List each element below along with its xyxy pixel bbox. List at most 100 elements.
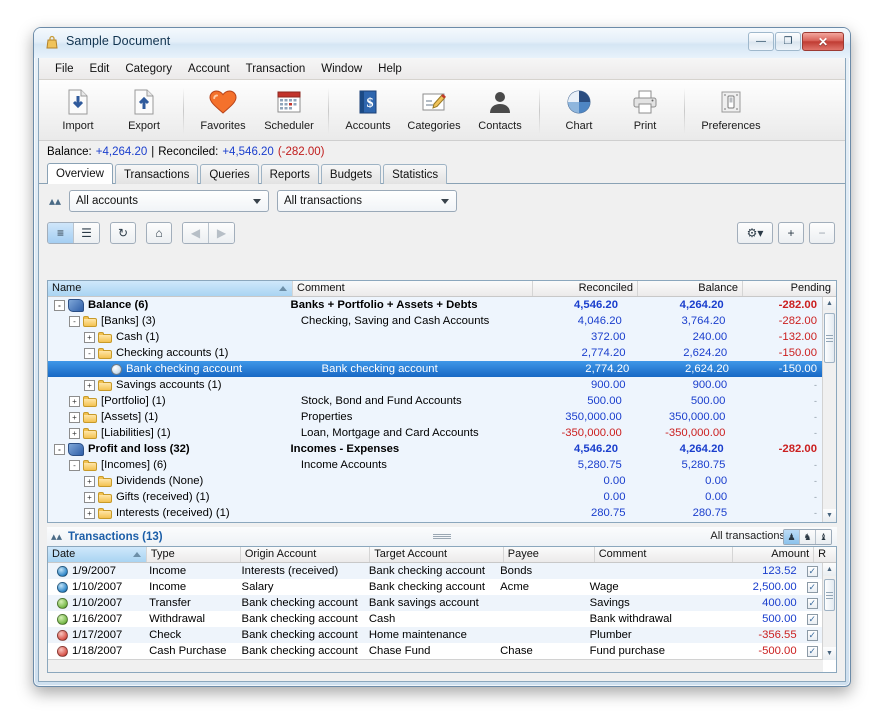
all-transactions-icon[interactable]: ♟ bbox=[784, 530, 799, 544]
table-row[interactable]: 1/17/2007CheckBank checking accountHome … bbox=[48, 627, 823, 643]
table-row[interactable]: -Checking accounts (1)2,774.202,624.20-1… bbox=[48, 345, 823, 361]
pending-transactions-icon[interactable]: ♞ bbox=[799, 530, 815, 544]
menu-transaction[interactable]: Transaction bbox=[238, 61, 314, 77]
menu-edit[interactable]: Edit bbox=[82, 61, 118, 77]
table-row[interactable]: +[Liabilities] (1)Loan, Mortgage and Car… bbox=[48, 425, 823, 441]
table-row[interactable]: Bank checking accountBank checking accou… bbox=[48, 361, 823, 377]
tab-statistics[interactable]: Statistics bbox=[383, 164, 447, 184]
reconciled-checkbox[interactable]: ✓ bbox=[807, 646, 818, 657]
expand-node-icon[interactable]: + bbox=[69, 428, 80, 439]
collapse-node-icon[interactable]: - bbox=[54, 444, 65, 455]
chevron-up-icon[interactable]: ▴▴ bbox=[47, 193, 63, 209]
tx-col-payee[interactable]: Payee bbox=[504, 547, 595, 562]
tab-transactions[interactable]: Transactions bbox=[115, 164, 198, 184]
toolbar-favorites-button[interactable]: Favorites bbox=[190, 84, 256, 132]
toolbar-import-button[interactable]: Import bbox=[45, 84, 111, 132]
scrollbar-thumb[interactable] bbox=[824, 579, 835, 611]
reconciled-checkbox[interactable]: ✓ bbox=[807, 614, 818, 625]
expand-node-icon[interactable]: + bbox=[69, 412, 80, 423]
expand-node-icon[interactable]: + bbox=[84, 492, 95, 503]
expand-node-icon[interactable]: + bbox=[84, 476, 95, 487]
toolbar-accounts-button[interactable]: $ Accounts bbox=[335, 84, 401, 132]
menu-account[interactable]: Account bbox=[180, 61, 238, 77]
collapse-node-icon[interactable]: - bbox=[84, 348, 95, 359]
menu-category[interactable]: Category bbox=[117, 61, 180, 77]
scroll-up-icon[interactable]: ▲ bbox=[823, 297, 836, 310]
scrollbar-thumb[interactable] bbox=[824, 313, 835, 363]
reconciled-checkbox[interactable]: ✓ bbox=[807, 582, 818, 593]
toolbar-scheduler-button[interactable]: Scheduler bbox=[256, 84, 322, 132]
table-row[interactable]: +Gifts (received) (1)0.000.00- bbox=[48, 489, 823, 505]
toolbar-categories-button[interactable]: Categories bbox=[401, 84, 467, 132]
collapse-node-icon[interactable]: - bbox=[69, 460, 80, 471]
account-filter-select[interactable]: All accounts bbox=[69, 190, 269, 212]
menu-window[interactable]: Window bbox=[313, 61, 370, 77]
reconciled-checkbox[interactable]: ✓ bbox=[807, 630, 818, 641]
expand-node-icon[interactable]: + bbox=[84, 508, 95, 519]
reconciled-checkbox[interactable]: ✓ bbox=[807, 566, 818, 577]
tree-vertical-scrollbar[interactable]: ▲ ▼ bbox=[822, 297, 836, 522]
table-row[interactable]: 1/10/2007TransferBank checking accountBa… bbox=[48, 595, 823, 611]
tx-col-date[interactable]: Date bbox=[48, 547, 147, 562]
toolbar-print-button[interactable]: Print bbox=[612, 84, 678, 132]
tab-queries[interactable]: Queries bbox=[200, 164, 258, 184]
toolbar-preferences-button[interactable]: Preferences bbox=[691, 84, 771, 132]
transactions-horizontal-scrollbar[interactable] bbox=[48, 659, 823, 672]
tx-col-reconciled[interactable]: R bbox=[814, 547, 836, 562]
tab-reports[interactable]: Reports bbox=[261, 164, 319, 184]
expand-node-icon[interactable]: + bbox=[84, 380, 95, 391]
table-row[interactable]: 1/9/2007IncomeInterests (received)Bank c… bbox=[48, 563, 823, 579]
accounts-tree[interactable]: Name Comment Reconciled Balance Pending … bbox=[47, 280, 837, 523]
transactions-table[interactable]: Date Type Origin Account Target Account … bbox=[47, 546, 837, 673]
plus-icon[interactable]: + bbox=[778, 222, 804, 244]
reconciled-checkbox[interactable]: ✓ bbox=[807, 598, 818, 609]
tree-col-name[interactable]: Name bbox=[48, 281, 293, 296]
table-row[interactable]: +[Portfolio] (1)Stock, Bond and Fund Acc… bbox=[48, 393, 823, 409]
chevron-up-icon[interactable]: ▴▴ bbox=[51, 530, 62, 543]
tab-budgets[interactable]: Budgets bbox=[321, 164, 381, 184]
tree-col-reconciled[interactable]: Reconciled bbox=[533, 281, 638, 296]
table-row[interactable]: +[Assets] (1)Properties350,000.00350,000… bbox=[48, 409, 823, 425]
gear-icon[interactable]: ⚙▾ bbox=[737, 222, 773, 244]
tab-overview[interactable]: Overview bbox=[47, 163, 113, 184]
toolbar-chart-button[interactable]: Chart bbox=[546, 84, 612, 132]
tree-col-comment[interactable]: Comment bbox=[293, 281, 533, 296]
table-row[interactable]: +Savings accounts (1)900.00900.00- bbox=[48, 377, 823, 393]
menu-help[interactable]: Help bbox=[370, 61, 410, 77]
tx-col-amount[interactable]: Amount bbox=[733, 547, 814, 562]
title-bar[interactable]: Sample Document — ❐ ✕ bbox=[34, 28, 850, 58]
refresh-icon[interactable]: ↻ bbox=[110, 222, 136, 244]
home-icon[interactable]: ⌂ bbox=[146, 222, 172, 244]
collapse-node-icon[interactable]: - bbox=[69, 316, 80, 327]
expand-node-icon[interactable]: + bbox=[84, 332, 95, 343]
list-flat-icon[interactable]: ☰ bbox=[73, 223, 99, 243]
toolbar-export-button[interactable]: Export bbox=[111, 84, 177, 132]
arrow-left-icon[interactable]: ◀ bbox=[183, 223, 208, 243]
scroll-down-icon[interactable]: ▼ bbox=[823, 509, 836, 522]
tree-col-pending[interactable]: Pending bbox=[743, 281, 835, 296]
scroll-down-icon[interactable]: ▼ bbox=[823, 647, 836, 660]
table-row[interactable]: 1/18/2007Cash PurchaseBank checking acco… bbox=[48, 643, 823, 659]
reconciled-transactions-icon[interactable]: ♝ bbox=[815, 530, 831, 544]
close-button[interactable]: ✕ bbox=[802, 32, 844, 51]
tree-col-balance[interactable]: Balance bbox=[638, 281, 743, 296]
maximize-button[interactable]: ❐ bbox=[775, 32, 801, 51]
tx-col-origin[interactable]: Origin Account bbox=[241, 547, 370, 562]
transactions-vertical-scrollbar[interactable]: ▲ ▼ bbox=[822, 563, 836, 660]
table-row[interactable]: +Interests (received) (1)280.75280.75- bbox=[48, 505, 823, 521]
table-row[interactable]: -Profit and loss (32)Incomes - Expenses4… bbox=[48, 441, 823, 457]
table-row[interactable]: +Dividends (None)0.000.00- bbox=[48, 473, 823, 489]
minus-icon[interactable]: − bbox=[809, 222, 835, 244]
collapse-node-icon[interactable]: - bbox=[54, 300, 65, 311]
menu-file[interactable]: File bbox=[47, 61, 82, 77]
table-row[interactable]: -[Banks] (3)Checking, Saving and Cash Ac… bbox=[48, 313, 823, 329]
table-row[interactable]: 1/10/2007IncomeSalaryBank checking accou… bbox=[48, 579, 823, 595]
tx-col-comment[interactable]: Comment bbox=[595, 547, 733, 562]
table-row[interactable]: +Cash (1)372.00240.00-132.00 bbox=[48, 329, 823, 345]
table-row[interactable]: 1/16/2007WithdrawalBank checking account… bbox=[48, 611, 823, 627]
resize-grip-icon[interactable] bbox=[433, 534, 451, 539]
expand-node-icon[interactable]: + bbox=[69, 396, 80, 407]
arrow-right-icon[interactable]: ▶ bbox=[208, 223, 234, 243]
scroll-up-icon[interactable]: ▲ bbox=[823, 563, 836, 576]
list-tree-icon[interactable]: ≡ bbox=[48, 223, 73, 243]
